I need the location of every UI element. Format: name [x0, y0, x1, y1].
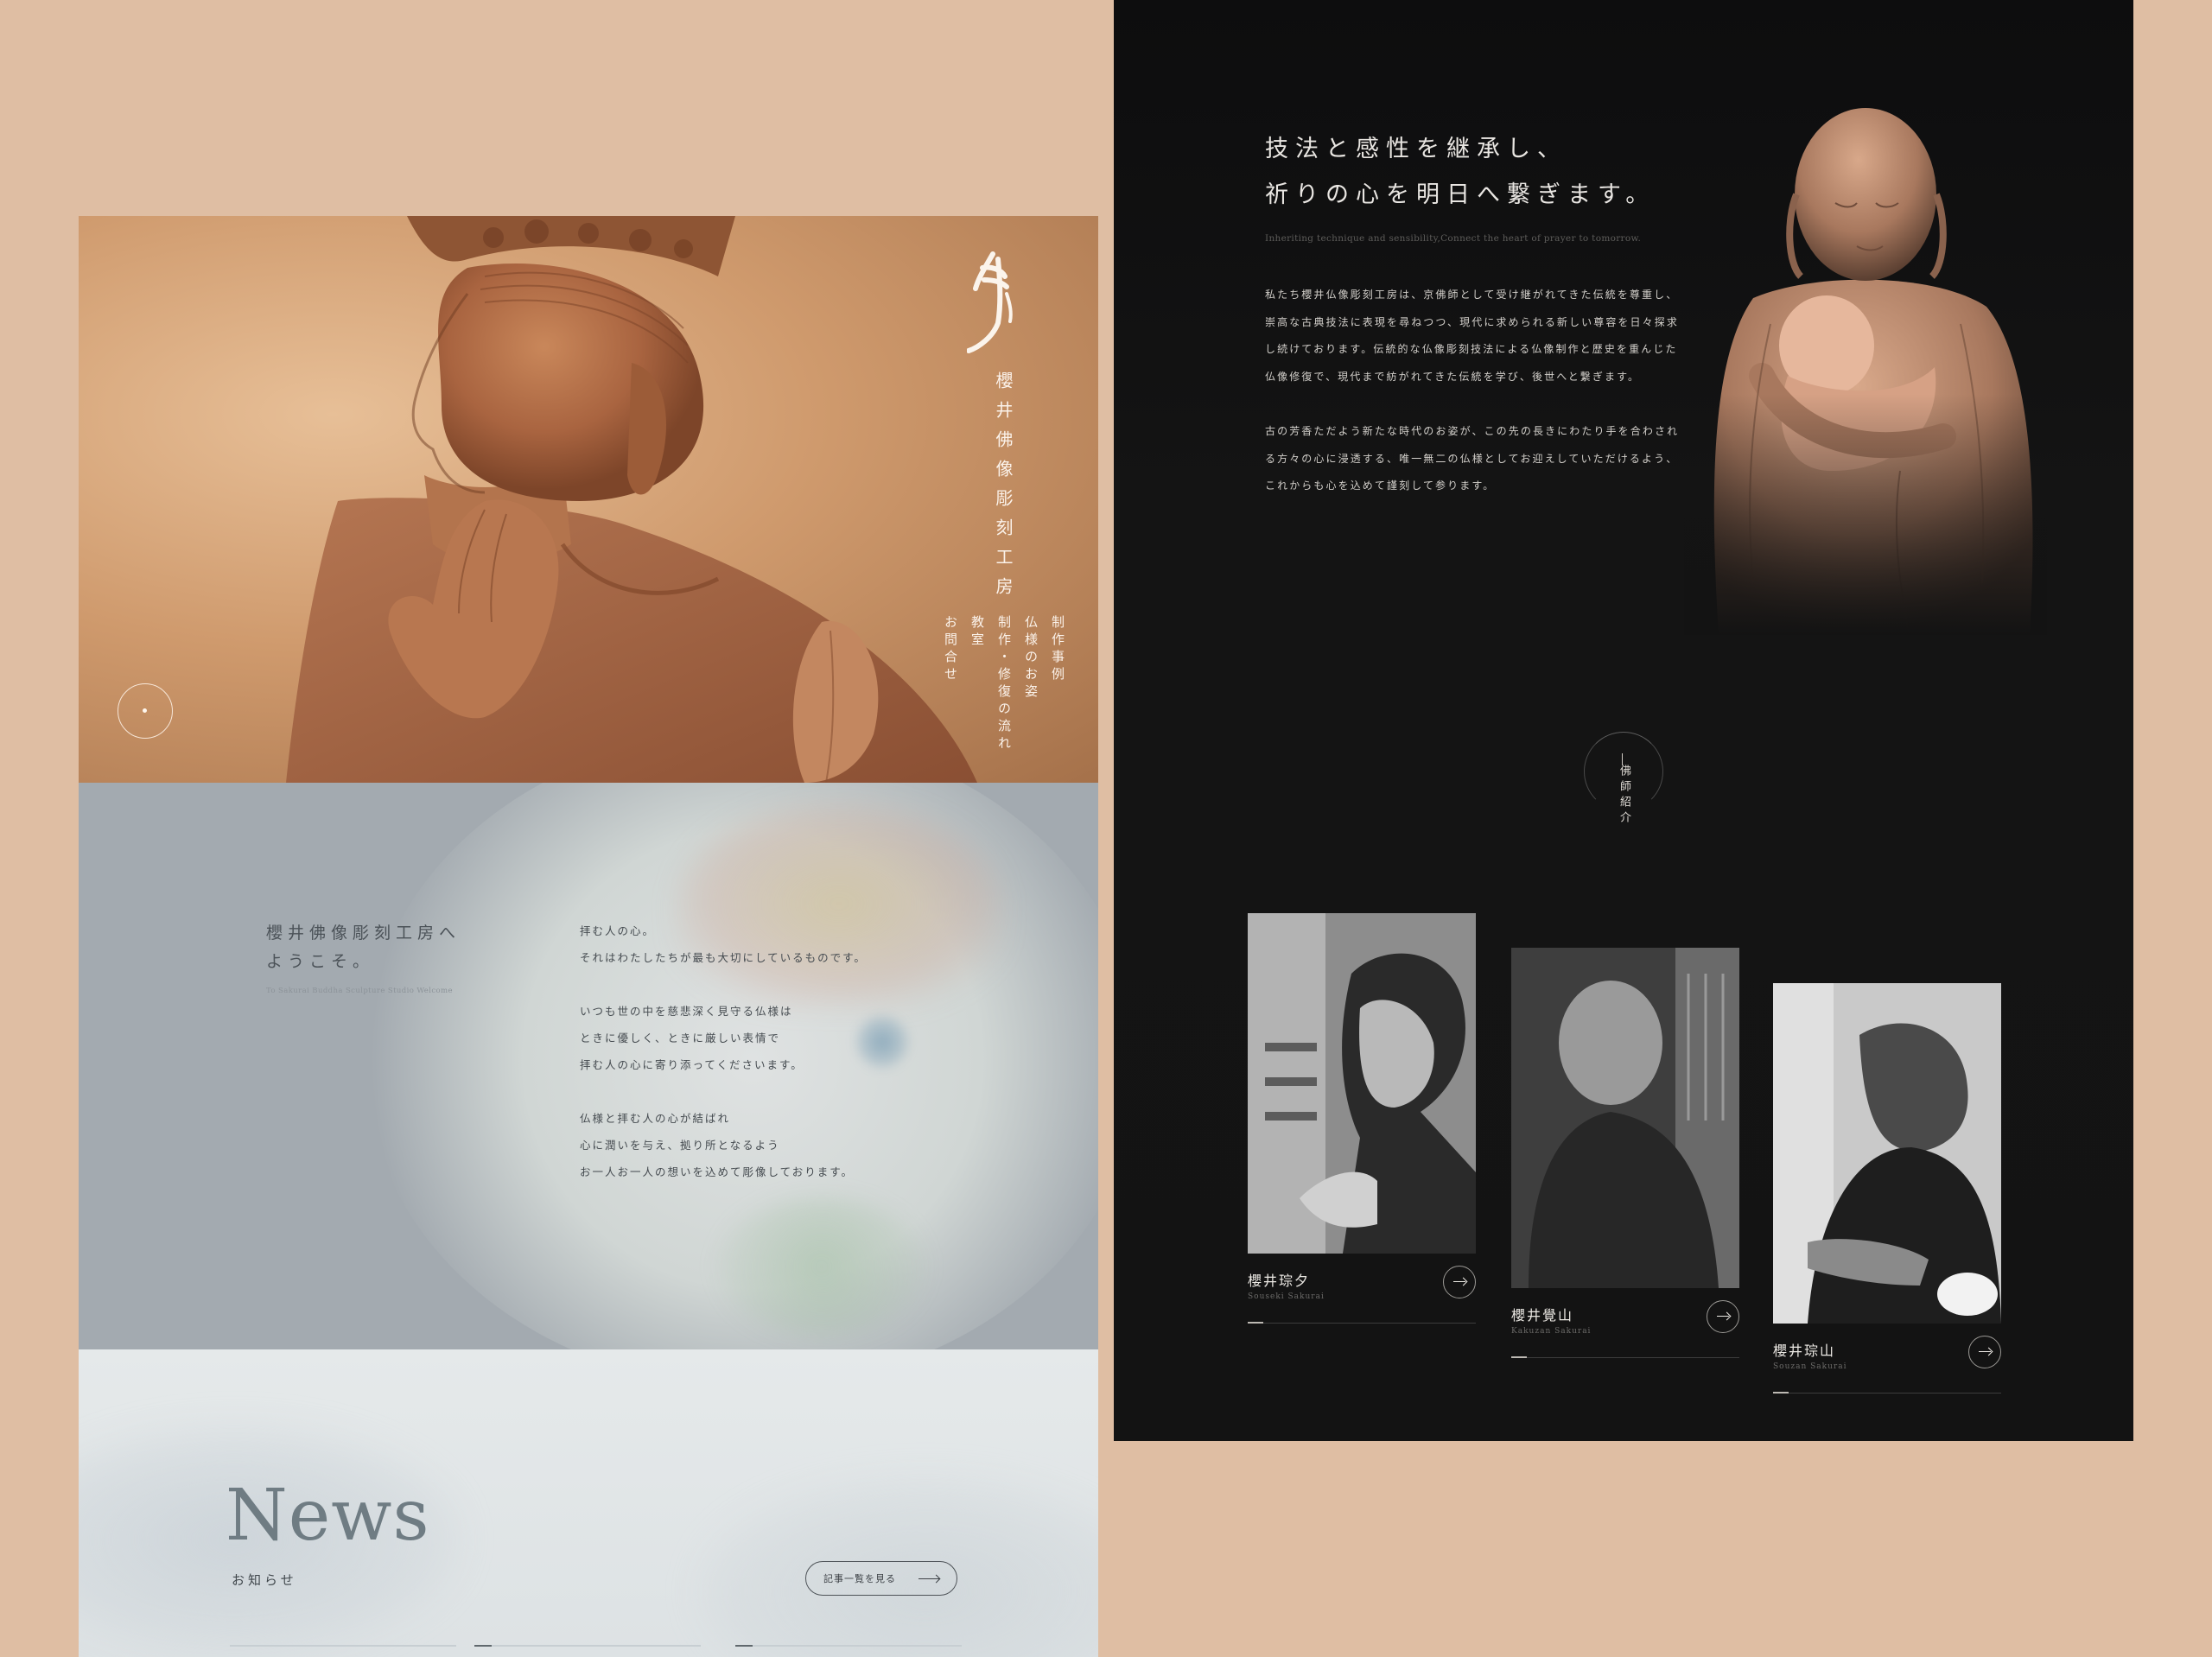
nav-item-process[interactable]: 制作・修復の流れ: [995, 615, 1014, 753]
news-item-divider: [474, 1645, 701, 1647]
jizo-statue-image: [1684, 99, 2047, 635]
welcome-paragraph: 仏様と拝む人の心が結ばれ 心に潤いを与え、拠り所となるよう お一人お一人の想いを…: [580, 1112, 855, 1178]
sculptor-name-roman: Souseki Sakurai: [1248, 1292, 1325, 1301]
sculptor-card[interactable]: 櫻井琮夕 Souseki Sakurai: [1248, 913, 1476, 1324]
intro-paragraph: 私たち櫻井仏像彫刻工房は、京佛師として受け継がれてきた伝統を尊重し、崇高な古典技…: [1265, 289, 1679, 383]
intro-subtitle-en: Inheriting technique and sensibility,Con…: [1265, 233, 1642, 244]
welcome-title: 櫻井佛像彫刻工房へ ようこそ。: [266, 924, 461, 971]
sculptor-photo: [1773, 983, 2001, 1324]
card-divider: [1248, 1322, 1476, 1324]
sculptors-section-label: 佛師紹介: [1618, 753, 1630, 827]
sculptor-photo: [1248, 913, 1476, 1254]
news-subheading: お知らせ: [232, 1572, 297, 1588]
arrow-right-icon[interactable]: [1443, 1266, 1476, 1298]
intro-heading: 技法と感性を継承し、 祈りの心を明日へ繋ぎます。: [1265, 136, 1656, 208]
view-all-news-label: 記事一覧を見る: [823, 1573, 896, 1584]
welcome-paragraph: いつも世の中を慈悲深く見守る仏様は ときに優しく、ときに厳しい表情で 拝む人の心…: [580, 1005, 804, 1071]
nav-item-contact[interactable]: お問合せ: [942, 615, 960, 753]
arrow-right-icon[interactable]: [1968, 1336, 2001, 1368]
welcome-section: 櫻井佛像彫刻工房へ ようこそ。 To Sakurai Buddha Sculpt…: [79, 783, 1098, 1349]
brush-logo-icon: [967, 251, 1013, 353]
nav-item-buddha-forms[interactable]: 仏様のお姿: [1022, 615, 1040, 753]
sculptor-photo: [1511, 948, 1739, 1288]
sculptor-card[interactable]: 櫻井琮山 Souzan Sakurai: [1773, 983, 2001, 1394]
welcome-paragraph: 拝む人の心。 それはわたしたちが最も大切にしているものです。: [580, 924, 867, 964]
welcome-subtitle: To Sakurai Buddha Sculpture Studio Welco…: [266, 987, 453, 995]
intro-body: 私たち櫻井仏像彫刻工房は、京佛師として受け継がれてきた伝統を尊重し、崇高な古典技…: [1265, 282, 1680, 528]
nav-item-classroom[interactable]: 教室: [969, 615, 987, 753]
arrow-right-icon[interactable]: [1707, 1300, 1739, 1333]
card-divider: [1511, 1356, 1739, 1358]
nav-item-works[interactable]: 制作事例: [1049, 615, 1067, 753]
hero-section: 櫻井佛像彫刻工房 制作事例 仏様のお姿 制作・修復の流れ 教室 お問合せ: [79, 216, 1098, 783]
sculptor-name-roman: Souzan Sakurai: [1773, 1362, 1847, 1371]
site-title[interactable]: 櫻井佛像彫刻工房: [991, 371, 1016, 606]
sculptor-name: 櫻井琮山: [1773, 1343, 1836, 1359]
intro-paragraph: 古の芳香ただよう新たな時代のお姿が、この先の長きにわたり手を合わされる方々の心に…: [1265, 425, 1680, 492]
dot-icon: [143, 708, 147, 713]
blurred-robe-shape: [718, 1197, 925, 1336]
news-item-divider: [230, 1645, 456, 1647]
sculptor-name: 櫻井琮夕: [1248, 1273, 1311, 1289]
news-heading: News: [226, 1475, 430, 1557]
sculptor-name-roman: Kakuzan Sakurai: [1511, 1327, 1592, 1336]
scroll-indicator-button[interactable]: [118, 683, 173, 739]
view-all-news-button[interactable]: 記事一覧を見る: [805, 1561, 957, 1596]
sculptor-card[interactable]: 櫻井覺山 Kakuzan Sakurai: [1511, 948, 1739, 1358]
news-section: News お知らせ 記事一覧を見る: [79, 1349, 1098, 1657]
vertical-nav: 制作事例 仏様のお姿 制作・修復の流れ 教室 お問合せ: [942, 615, 1067, 753]
card-divider: [1773, 1392, 2001, 1394]
sculptor-name: 櫻井覺山: [1511, 1307, 1574, 1324]
news-item-divider: [735, 1645, 962, 1647]
left-page-preview: 櫻井佛像彫刻工房 制作事例 仏様のお姿 制作・修復の流れ 教室 お問合せ 櫻井佛…: [79, 216, 1098, 1657]
welcome-body: 拝む人の心。 それはわたしたちが最も大切にしているものです。 いつも世の中を慈悲…: [580, 917, 960, 1212]
right-page-preview: 技法と感性を継承し、 祈りの心を明日へ繋ぎます。 Inheriting tech…: [1114, 0, 2133, 1441]
arrow-right-icon: [918, 1578, 939, 1579]
